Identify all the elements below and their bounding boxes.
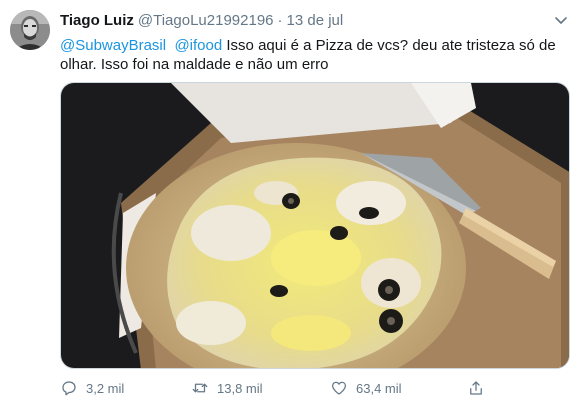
reply-icon: [62, 381, 76, 396]
mention-ifood[interactable]: @ifood: [174, 37, 222, 54]
separator-dot: ·: [277, 12, 283, 29]
tweet-timestamp[interactable]: 13 de jul: [287, 12, 344, 29]
tweet-text: @SubwayBrasil @ifood Isso aqui é a Pizza…: [60, 36, 565, 74]
heart-icon: [331, 381, 347, 395]
tweet-photo[interactable]: [60, 82, 570, 369]
mention-subwaybrasil[interactable]: @SubwayBrasil: [60, 37, 166, 54]
like-count: 63,4 mil: [356, 380, 402, 396]
reply-count: 3,2 mil: [86, 380, 125, 396]
avatar[interactable]: [10, 10, 50, 50]
tweet-actions: 3,2 mil 13,8 mil 63,4 mil: [60, 377, 570, 399]
user-avatar-image: [10, 10, 50, 50]
author-name[interactable]: Tiago Luiz: [60, 12, 134, 29]
author-handle[interactable]: @TiagoLu21992196: [138, 12, 274, 29]
tweet-card[interactable]: Tiago Luiz @TiagoLu21992196 · 13 de jul @Su…: [0, 0, 579, 405]
retweet-icon: [192, 383, 208, 393]
retweet-count: 13,8 mil: [217, 380, 263, 396]
pizza-photo: [61, 83, 569, 368]
like-button[interactable]: 63,4 mil: [330, 377, 402, 399]
reply-button[interactable]: 3,2 mil: [60, 377, 124, 399]
share-button[interactable]: [467, 377, 493, 399]
share-icon: [470, 381, 482, 395]
tweet-header: Tiago Luiz @TiagoLu21992196 · 13 de jul: [60, 12, 343, 30]
chevron-down-icon[interactable]: [553, 12, 569, 28]
retweet-button[interactable]: 13,8 mil: [191, 377, 263, 399]
